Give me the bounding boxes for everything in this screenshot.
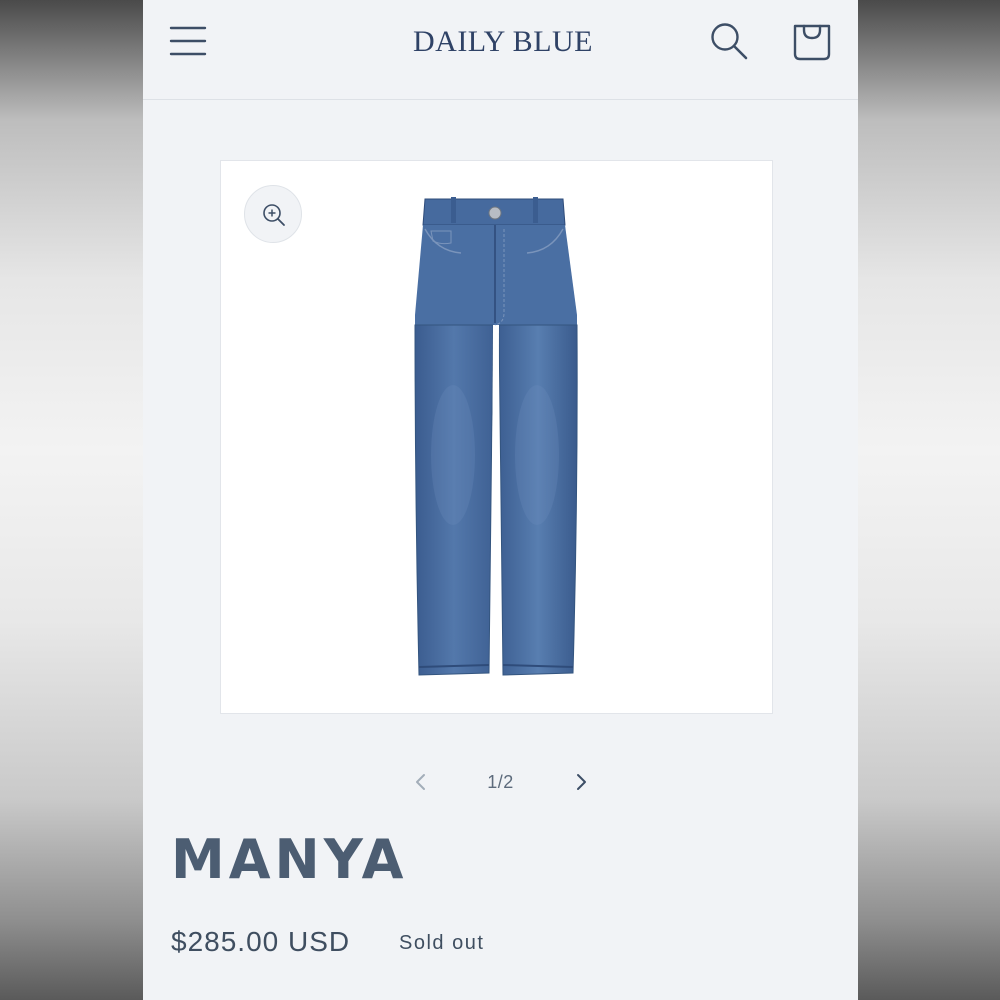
gallery-pager: 1/2 xyxy=(393,762,608,802)
cart-button[interactable] xyxy=(791,18,833,62)
product-page: DAILY BLUE 1/2 MANYA $285.00 USD Sold ou… xyxy=(143,0,858,1000)
product-price: $285.00 USD xyxy=(171,926,351,957)
menu-button[interactable] xyxy=(169,22,209,60)
chevron-right-icon xyxy=(577,774,586,790)
shopping-bag-icon xyxy=(793,24,831,61)
search-icon xyxy=(711,23,748,60)
brand-logo[interactable]: DAILY BLUE xyxy=(343,22,663,62)
zoom-in-icon xyxy=(263,204,285,226)
slide-counter: 1/2 xyxy=(487,772,514,792)
next-slide-button[interactable] xyxy=(567,768,595,796)
sold-out-badge: Sold out xyxy=(399,932,485,954)
zoom-button[interactable] xyxy=(244,185,302,243)
hamburger-menu-icon xyxy=(169,26,207,56)
left-bezel xyxy=(0,0,143,1000)
site-header: DAILY BLUE xyxy=(143,0,858,100)
product-image-jeans xyxy=(414,197,578,676)
search-button[interactable] xyxy=(708,20,750,62)
product-title: MANYA xyxy=(171,828,408,891)
previous-slide-button[interactable] xyxy=(407,768,435,796)
chevron-left-icon xyxy=(416,774,425,790)
product-media[interactable] xyxy=(220,160,773,714)
right-bezel xyxy=(858,0,1000,1000)
